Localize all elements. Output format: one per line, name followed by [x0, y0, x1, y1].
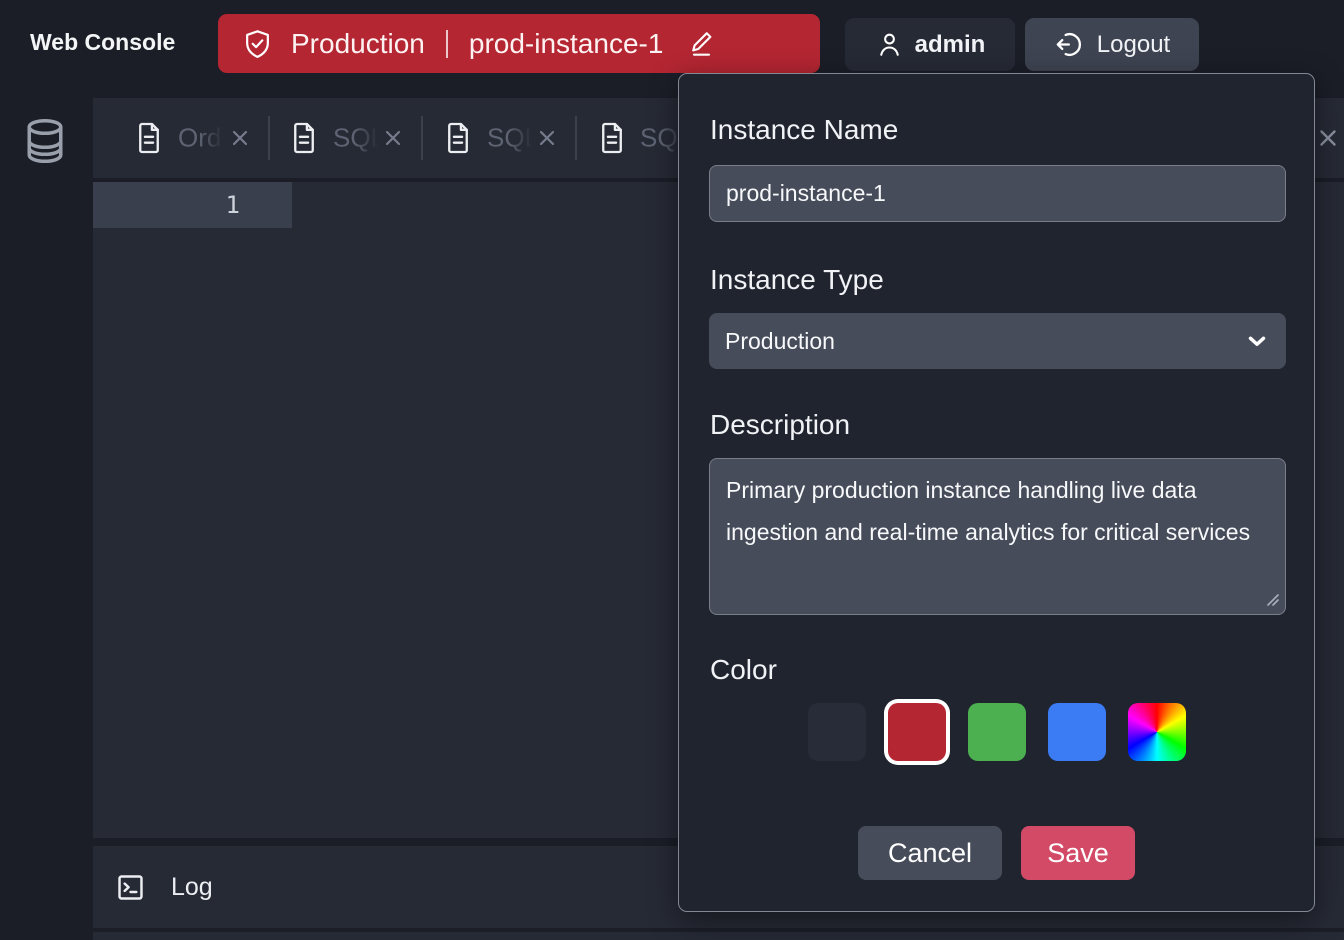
instance-type-select[interactable]: Production [709, 313, 1286, 369]
description-textarea[interactable]: Primary production instance handling liv… [709, 458, 1286, 615]
user-icon [875, 30, 904, 59]
logout-button[interactable]: Logout [1025, 18, 1199, 71]
bottom-strip [93, 932, 1344, 940]
tab-close-icon[interactable] [381, 126, 405, 150]
tab-label[interactable]: Ord [178, 123, 226, 154]
line-number: 1 [226, 191, 240, 219]
instance-type-badge-label: Production [291, 28, 425, 60]
logout-label: Logout [1097, 31, 1170, 59]
modal-button-row: Cancel Save [679, 826, 1314, 880]
instance-name-input[interactable] [709, 165, 1286, 222]
tab-label[interactable]: SQL [487, 123, 535, 154]
database-icon[interactable] [24, 115, 66, 167]
tab-close-icon[interactable] [535, 126, 559, 150]
color-swatch-rainbow[interactable] [1128, 703, 1186, 761]
instance-type-label: Instance Type [710, 263, 884, 297]
file-icon[interactable] [598, 121, 626, 155]
terminal-icon [115, 872, 146, 903]
tab-close-icon[interactable] [228, 126, 252, 150]
tab-label[interactable]: SQL [333, 123, 381, 154]
save-button[interactable]: Save [1021, 826, 1135, 880]
tab-divider [268, 116, 270, 160]
edit-pencil-icon[interactable] [689, 29, 719, 59]
instance-settings-modal: Instance Name Instance Type Production D… [678, 73, 1315, 912]
shield-check-icon [242, 27, 273, 61]
page-title: Web Console [30, 29, 175, 56]
badge-separator [446, 30, 448, 58]
instance-name-badge-label: prod-instance-1 [469, 28, 664, 60]
user-name: admin [915, 31, 986, 59]
user-chip[interactable]: admin [845, 18, 1015, 71]
tab-close-icon[interactable] [1315, 125, 1341, 151]
editor-active-line: 1 [93, 182, 292, 228]
color-swatch-red[interactable] [888, 703, 946, 761]
instance-name-label: Instance Name [710, 113, 898, 147]
chevron-down-icon [1244, 328, 1270, 354]
log-label: Log [171, 873, 213, 902]
instance-type-value: Production [725, 328, 835, 355]
file-icon[interactable] [135, 121, 163, 155]
file-icon[interactable] [290, 121, 318, 155]
color-swatch-default[interactable] [808, 703, 866, 761]
color-label: Color [710, 653, 777, 687]
instance-badge[interactable]: Production prod-instance-1 [218, 14, 820, 73]
tab-divider [421, 116, 423, 160]
description-label: Description [710, 408, 850, 442]
tab-divider [575, 116, 577, 160]
logout-icon [1054, 29, 1085, 60]
cancel-button[interactable]: Cancel [858, 826, 1002, 880]
color-swatch-row [679, 703, 1314, 761]
color-swatch-green[interactable] [968, 703, 1026, 761]
color-swatch-blue[interactable] [1048, 703, 1106, 761]
file-icon[interactable] [444, 121, 472, 155]
